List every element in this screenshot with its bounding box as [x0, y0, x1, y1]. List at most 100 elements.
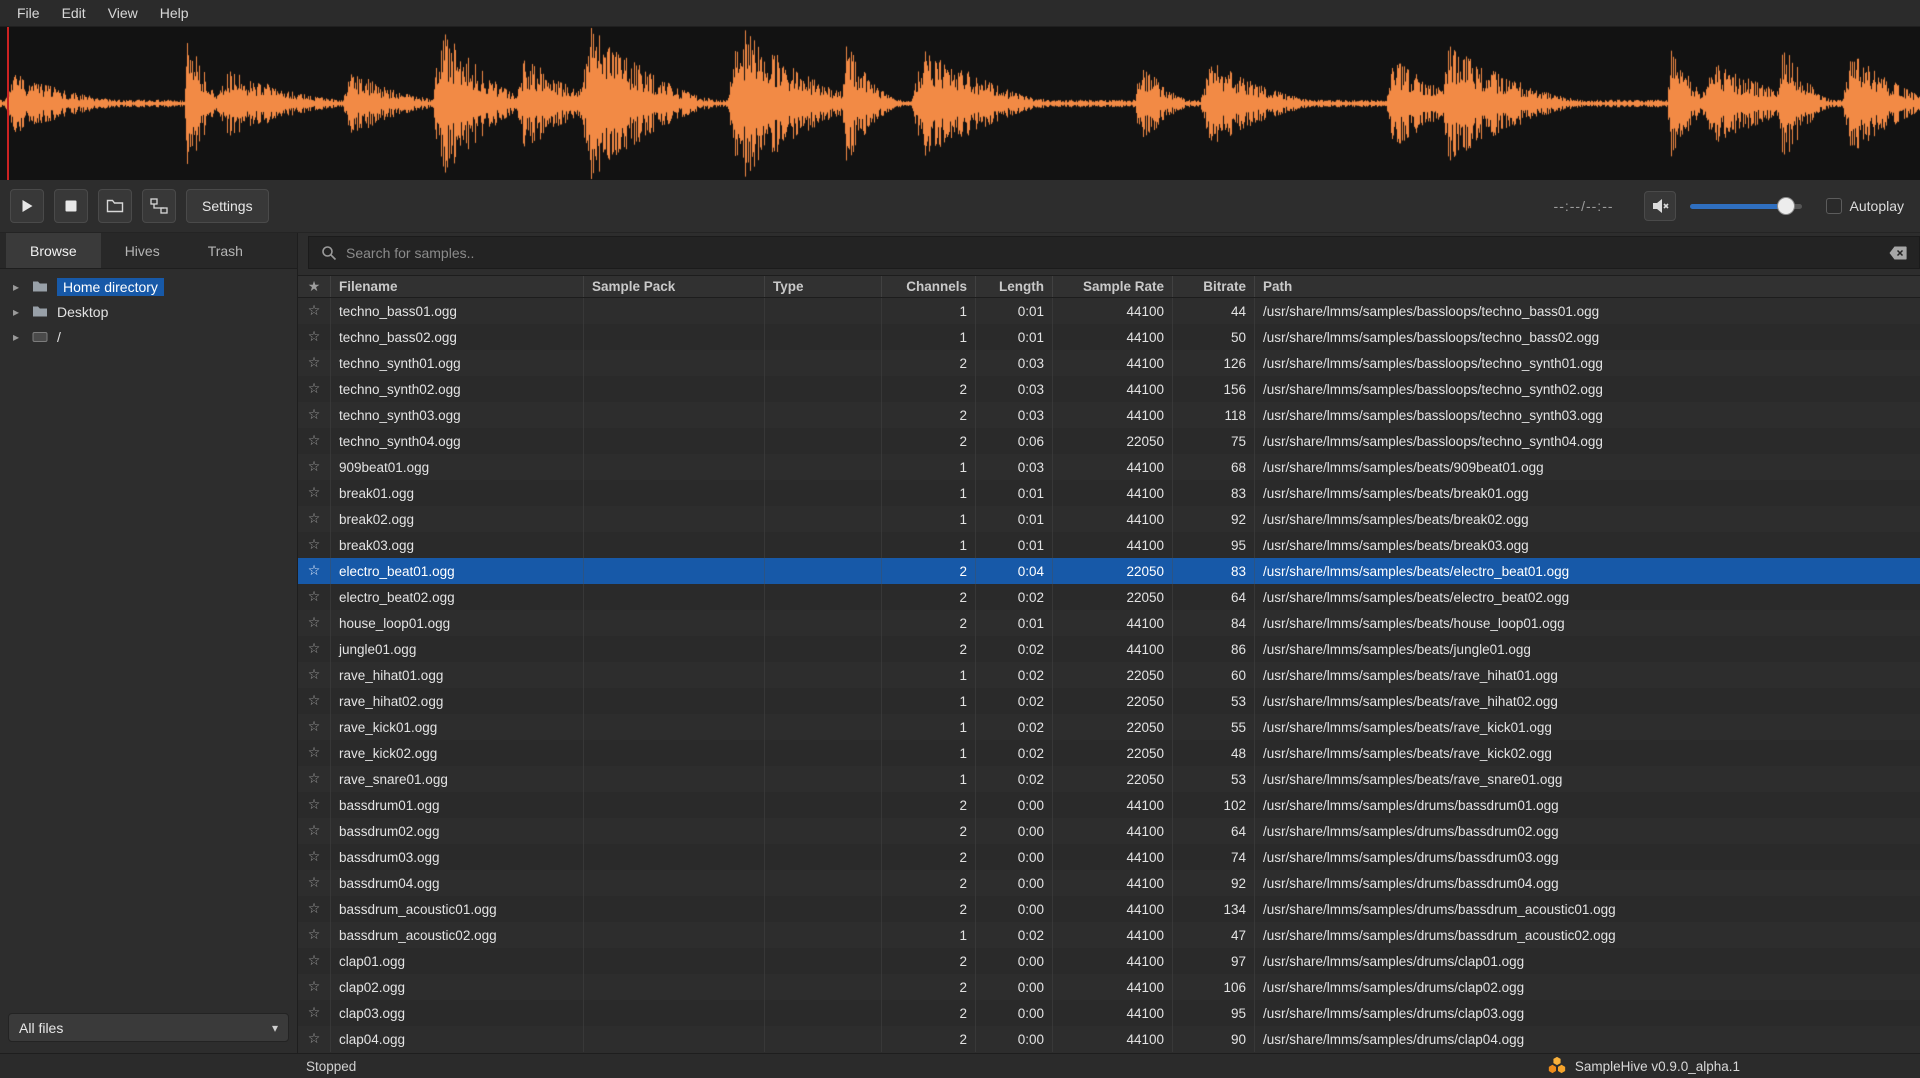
table-row[interactable]: ☆rave_hihat01.ogg10:022205060/usr/share/… — [298, 662, 1920, 688]
media-options-button[interactable] — [142, 189, 176, 223]
favorite-star-icon[interactable]: ☆ — [298, 506, 331, 532]
table-row[interactable]: ☆techno_bass02.ogg10:014410050/usr/share… — [298, 324, 1920, 350]
table-row[interactable]: ☆bassdrum01.ogg20:0044100102/usr/share/l… — [298, 792, 1920, 818]
expander-icon[interactable]: ▸ — [13, 330, 23, 344]
table-row[interactable]: ☆clap01.ogg20:004410097/usr/share/lmms/s… — [298, 948, 1920, 974]
favorite-star-icon[interactable]: ☆ — [298, 350, 331, 376]
favorite-star-icon[interactable]: ☆ — [298, 792, 331, 818]
tree-item-home-directory[interactable]: ▸ Home directory — [0, 274, 297, 299]
volume-slider-knob[interactable] — [1777, 197, 1795, 215]
menu-file[interactable]: File — [6, 0, 51, 26]
loop-region-button[interactable] — [98, 189, 132, 223]
playback-status: Stopped — [306, 1059, 356, 1074]
table-row[interactable]: ☆break02.ogg10:014410092/usr/share/lmms/… — [298, 506, 1920, 532]
favorite-star-icon[interactable]: ☆ — [298, 844, 331, 870]
column-sample-pack[interactable]: Sample Pack — [584, 276, 765, 297]
waveform-canvas[interactable] — [0, 27, 1920, 180]
cell-sample-pack — [584, 324, 765, 350]
column-type[interactable]: Type — [765, 276, 882, 297]
tab-browse[interactable]: Browse — [6, 233, 101, 268]
file-filter-combobox[interactable]: All files ▾ — [8, 1013, 289, 1042]
column-filename[interactable]: Filename — [331, 276, 584, 297]
table-row[interactable]: ☆break03.ogg10:014410095/usr/share/lmms/… — [298, 532, 1920, 558]
table-row[interactable]: ☆break01.ogg10:014410083/usr/share/lmms/… — [298, 480, 1920, 506]
tab-trash[interactable]: Trash — [184, 233, 267, 268]
favorite-star-icon[interactable]: ☆ — [298, 428, 331, 454]
menu-help[interactable]: Help — [149, 0, 200, 26]
tree-item-desktop[interactable]: ▸ Desktop — [0, 299, 297, 324]
tab-hives[interactable]: Hives — [101, 233, 184, 268]
table-row[interactable]: ☆clap03.ogg20:004410095/usr/share/lmms/s… — [298, 1000, 1920, 1026]
favorite-star-icon[interactable]: ☆ — [298, 714, 331, 740]
favorite-star-icon[interactable]: ☆ — [298, 740, 331, 766]
cell-sample-pack — [584, 1000, 765, 1026]
favorite-star-icon[interactable]: ☆ — [298, 324, 331, 350]
tree-item-root[interactable]: ▸ / — [0, 324, 297, 349]
play-button[interactable] — [10, 189, 44, 223]
favorite-star-icon[interactable]: ☆ — [298, 558, 331, 584]
expander-icon[interactable]: ▸ — [13, 305, 23, 319]
favorite-star-icon[interactable]: ☆ — [298, 532, 331, 558]
favorite-star-icon[interactable]: ☆ — [298, 870, 331, 896]
cell-sample-rate: 44100 — [1053, 792, 1173, 818]
table-row[interactable]: ☆house_loop01.ogg20:014410084/usr/share/… — [298, 610, 1920, 636]
favorite-star-icon[interactable]: ☆ — [298, 376, 331, 402]
favorite-star-icon[interactable]: ☆ — [298, 688, 331, 714]
favorite-star-icon[interactable]: ☆ — [298, 974, 331, 1000]
clear-search-icon[interactable] — [1889, 246, 1907, 260]
favorite-star-icon[interactable]: ☆ — [298, 766, 331, 792]
favorite-star-icon[interactable]: ☆ — [298, 298, 331, 324]
table-row[interactable]: ☆techno_synth02.ogg20:0344100156/usr/sha… — [298, 376, 1920, 402]
cell-sample-rate: 44100 — [1053, 1000, 1173, 1026]
favorite-star-icon[interactable]: ☆ — [298, 610, 331, 636]
favorite-star-icon[interactable]: ☆ — [298, 662, 331, 688]
table-row[interactable]: ☆techno_synth03.ogg20:0344100118/usr/sha… — [298, 402, 1920, 428]
favorite-star-icon[interactable]: ☆ — [298, 402, 331, 428]
favorite-star-icon[interactable]: ☆ — [298, 1000, 331, 1026]
table-row[interactable]: ☆electro_beat02.ogg20:022205064/usr/shar… — [298, 584, 1920, 610]
favorite-star-icon[interactable]: ☆ — [298, 584, 331, 610]
column-path[interactable]: Path — [1255, 276, 1920, 297]
table-row[interactable]: ☆clap02.ogg20:0044100106/usr/share/lmms/… — [298, 974, 1920, 1000]
favorite-star-icon[interactable]: ☆ — [298, 948, 331, 974]
mute-button[interactable] — [1644, 191, 1676, 221]
stop-button[interactable] — [54, 189, 88, 223]
table-row[interactable]: ☆techno_synth01.ogg20:0344100126/usr/sha… — [298, 350, 1920, 376]
column-sample-rate[interactable]: Sample Rate — [1053, 276, 1173, 297]
table-row[interactable]: ☆jungle01.ogg20:024410086/usr/share/lmms… — [298, 636, 1920, 662]
cell-sample-pack — [584, 480, 765, 506]
favorite-star-icon[interactable]: ☆ — [298, 636, 331, 662]
table-row[interactable]: ☆bassdrum02.ogg20:004410064/usr/share/lm… — [298, 818, 1920, 844]
table-row[interactable]: ☆bassdrum03.ogg20:004410074/usr/share/lm… — [298, 844, 1920, 870]
favorite-star-icon[interactable]: ☆ — [298, 480, 331, 506]
table-row[interactable]: ☆rave_kick01.ogg10:022205055/usr/share/l… — [298, 714, 1920, 740]
table-row[interactable]: ☆techno_bass01.ogg10:014410044/usr/share… — [298, 298, 1920, 324]
table-row[interactable]: ☆bassdrum_acoustic02.ogg10:024410047/usr… — [298, 922, 1920, 948]
cell-filename: techno_synth02.ogg — [331, 376, 584, 402]
search-input[interactable] — [346, 245, 1880, 261]
column-length[interactable]: Length — [976, 276, 1053, 297]
autoplay-checkbox[interactable] — [1826, 198, 1842, 214]
table-row[interactable]: ☆rave_hihat02.ogg10:022205053/usr/share/… — [298, 688, 1920, 714]
table-row[interactable]: ☆rave_snare01.ogg10:022205053/usr/share/… — [298, 766, 1920, 792]
table-row[interactable]: ☆techno_synth04.ogg20:062205075/usr/shar… — [298, 428, 1920, 454]
settings-button[interactable]: Settings — [186, 189, 269, 223]
table-row[interactable]: ☆909beat01.ogg10:034410068/usr/share/lmm… — [298, 454, 1920, 480]
menu-view[interactable]: View — [97, 0, 149, 26]
favorite-star-icon[interactable]: ☆ — [298, 818, 331, 844]
column-bitrate[interactable]: Bitrate — [1173, 276, 1255, 297]
table-row[interactable]: ☆bassdrum04.ogg20:004410092/usr/share/lm… — [298, 870, 1920, 896]
table-row[interactable]: ☆electro_beat01.ogg20:042205083/usr/shar… — [298, 558, 1920, 584]
column-favorite[interactable]: ★ — [298, 276, 331, 297]
favorite-star-icon[interactable]: ☆ — [298, 922, 331, 948]
table-row[interactable]: ☆bassdrum_acoustic01.ogg20:0044100134/us… — [298, 896, 1920, 922]
volume-slider[interactable] — [1690, 191, 1802, 221]
favorite-star-icon[interactable]: ☆ — [298, 454, 331, 480]
table-row[interactable]: ☆clap04.ogg20:004410090/usr/share/lmms/s… — [298, 1026, 1920, 1052]
column-channels[interactable]: Channels — [882, 276, 976, 297]
favorite-star-icon[interactable]: ☆ — [298, 1026, 331, 1052]
expander-icon[interactable]: ▸ — [13, 280, 23, 294]
menu-edit[interactable]: Edit — [51, 0, 97, 26]
favorite-star-icon[interactable]: ☆ — [298, 896, 331, 922]
table-row[interactable]: ☆rave_kick02.ogg10:022205048/usr/share/l… — [298, 740, 1920, 766]
